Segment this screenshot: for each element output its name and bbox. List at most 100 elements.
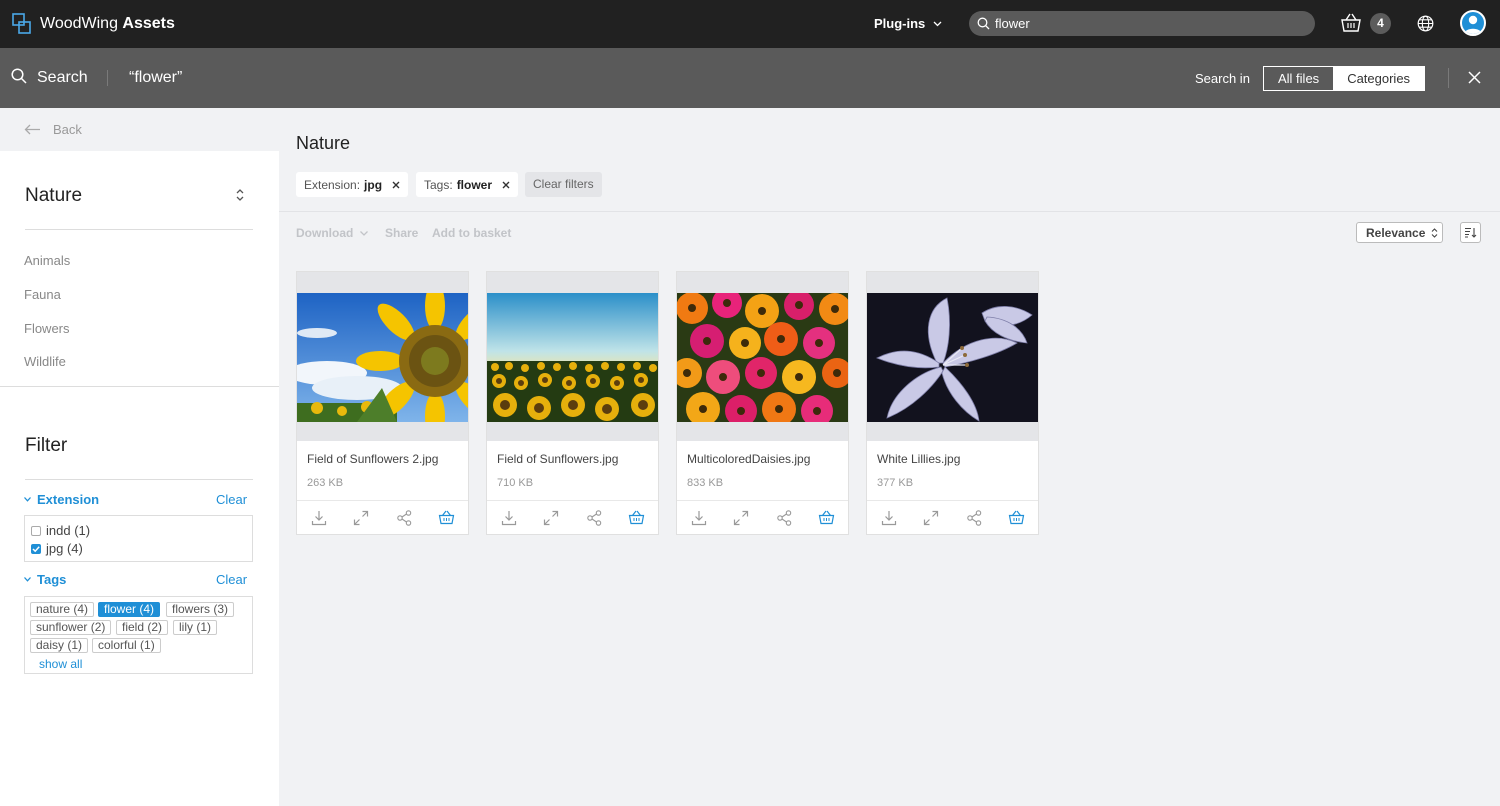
app-name: WoodWing Assets [40,15,175,32]
basket-icon[interactable] [438,510,455,530]
filter-chip-extension: Extension: jpg [296,172,409,197]
asset-thumbnail[interactable] [297,272,468,441]
expand-icon[interactable] [733,510,749,531]
asset-thumbnail[interactable] [487,272,658,441]
download-icon[interactable] [311,510,327,531]
chevron-down-icon [360,230,369,236]
tag-sunflower[interactable]: sunflower (2) [30,620,112,635]
search-icon [11,68,27,84]
remove-chip-button[interactable] [392,181,400,189]
extension-option-indd[interactable]: indd (1) [31,523,90,538]
tag-lily[interactable]: lily (1) [173,620,217,635]
asset-card[interactable]: MulticoloredDaisies.jpg 833 KB [676,271,849,535]
category-item-wildlife[interactable]: Wildlife [24,354,66,369]
tag-flower[interactable]: flower (4) [98,602,161,617]
plugins-menu[interactable]: Plug-ins [874,16,942,31]
basket-icon[interactable] [1340,13,1362,33]
page-title: Nature [296,133,351,153]
woodwing-logo-icon [12,13,31,34]
share-icon[interactable] [397,510,412,531]
show-all-tags-link[interactable]: show all [39,657,82,671]
divider [1448,68,1449,88]
share-icon[interactable] [777,510,792,531]
results-toolbar: Download Share Add to basket Relevance [279,212,1500,254]
category-item-flowers[interactable]: Flowers [24,321,70,336]
sort-select[interactable]: Relevance [1356,222,1443,243]
download-button[interactable]: Download [296,226,369,240]
asset-card[interactable]: Field of Sunflowers.jpg 710 KB [486,271,659,535]
basket-icon[interactable] [1008,510,1025,530]
share-icon[interactable] [967,510,982,531]
share-icon[interactable] [587,510,602,531]
asset-thumbnail[interactable] [867,272,1038,441]
sidebar: Back Nature Animals Fauna Flowers Wildli… [0,108,279,806]
asset-actions [487,500,658,535]
tag-flowers[interactable]: flowers (3) [166,602,235,617]
asset-image [297,293,468,422]
search-icon [977,17,990,30]
category-item-animals[interactable]: Animals [24,253,70,268]
asset-card[interactable]: Field of Sunflowers 2.jpg 263 KB [296,271,469,535]
asset-name[interactable]: Field of Sunflowers 2.jpg [307,452,438,466]
extension-option-label: jpg (4) [46,541,83,556]
asset-card[interactable]: White Lillies.jpg 377 KB [866,271,1039,535]
chip-key: Tags: [424,177,453,192]
clear-filters-button[interactable]: Clear filters [525,172,602,197]
close-icon[interactable] [1468,71,1481,84]
scope-all-files[interactable]: All files [1264,67,1334,90]
asset-name[interactable]: Field of Sunflowers.jpg [497,452,618,466]
remove-chip-button[interactable] [502,181,510,189]
asset-size: 377 KB [877,477,914,489]
global-search[interactable] [969,11,1315,36]
share-button[interactable]: Share [385,226,418,240]
top-bar: WoodWing Assets Plug-ins 4 [0,0,1500,48]
download-icon[interactable] [881,510,897,531]
add-to-basket-button[interactable]: Add to basket [432,226,511,240]
plugins-label: Plug-ins [874,16,926,31]
download-icon[interactable] [691,510,707,531]
asset-name[interactable]: MulticoloredDaisies.jpg [687,452,810,466]
basket-icon[interactable] [818,510,835,530]
asset-thumbnail[interactable] [677,272,848,441]
user-avatar[interactable] [1460,10,1486,36]
divider [107,70,108,86]
sort-direction-button[interactable] [1460,222,1481,243]
category-item-fauna[interactable]: Fauna [24,287,61,302]
back-button[interactable]: Back [0,108,279,151]
scope-categories[interactable]: Categories [1333,67,1425,90]
global-search-input[interactable] [995,16,1295,31]
sort-label: Relevance [1366,225,1426,240]
chevron-up-down-icon[interactable] [235,188,245,202]
asset-image [867,293,1038,422]
chevron-down-icon [24,577,31,582]
expand-icon[interactable] [923,510,939,531]
arrow-left-icon [24,124,40,135]
tags-filter-title: Tags [37,572,67,587]
asset-name[interactable]: White Lillies.jpg [877,452,960,466]
extension-filter-title: Extension [37,492,100,507]
extension-option-jpg[interactable]: jpg (4) [31,541,83,556]
chip-value: jpg [364,177,383,192]
tag-field[interactable]: field (2) [116,620,169,635]
checkbox[interactable] [31,525,41,536]
filter-title: Filter [25,435,68,456]
expand-icon[interactable] [543,510,559,531]
checkbox-checked[interactable] [31,543,41,554]
tag-nature[interactable]: nature (4) [30,602,95,617]
tag-daisy[interactable]: daisy (1) [30,638,89,653]
app-logo[interactable]: WoodWing Assets [12,13,175,35]
download-icon[interactable] [501,510,517,531]
asset-size: 263 KB [307,477,344,489]
globe-icon[interactable] [1417,15,1434,32]
tag-colorful[interactable]: colorful (1) [92,638,161,653]
extension-clear-button[interactable]: Clear [216,492,247,507]
expand-icon[interactable] [353,510,369,531]
category-title: Nature [25,185,83,206]
divider [25,229,253,230]
tags-clear-button[interactable]: Clear [216,572,247,587]
basket-icon[interactable] [628,510,645,530]
extension-filter-toggle[interactable]: Extension [24,492,99,507]
close-icon [502,181,510,188]
tags-filter-toggle[interactable]: Tags [24,572,66,587]
asset-actions [297,500,468,535]
